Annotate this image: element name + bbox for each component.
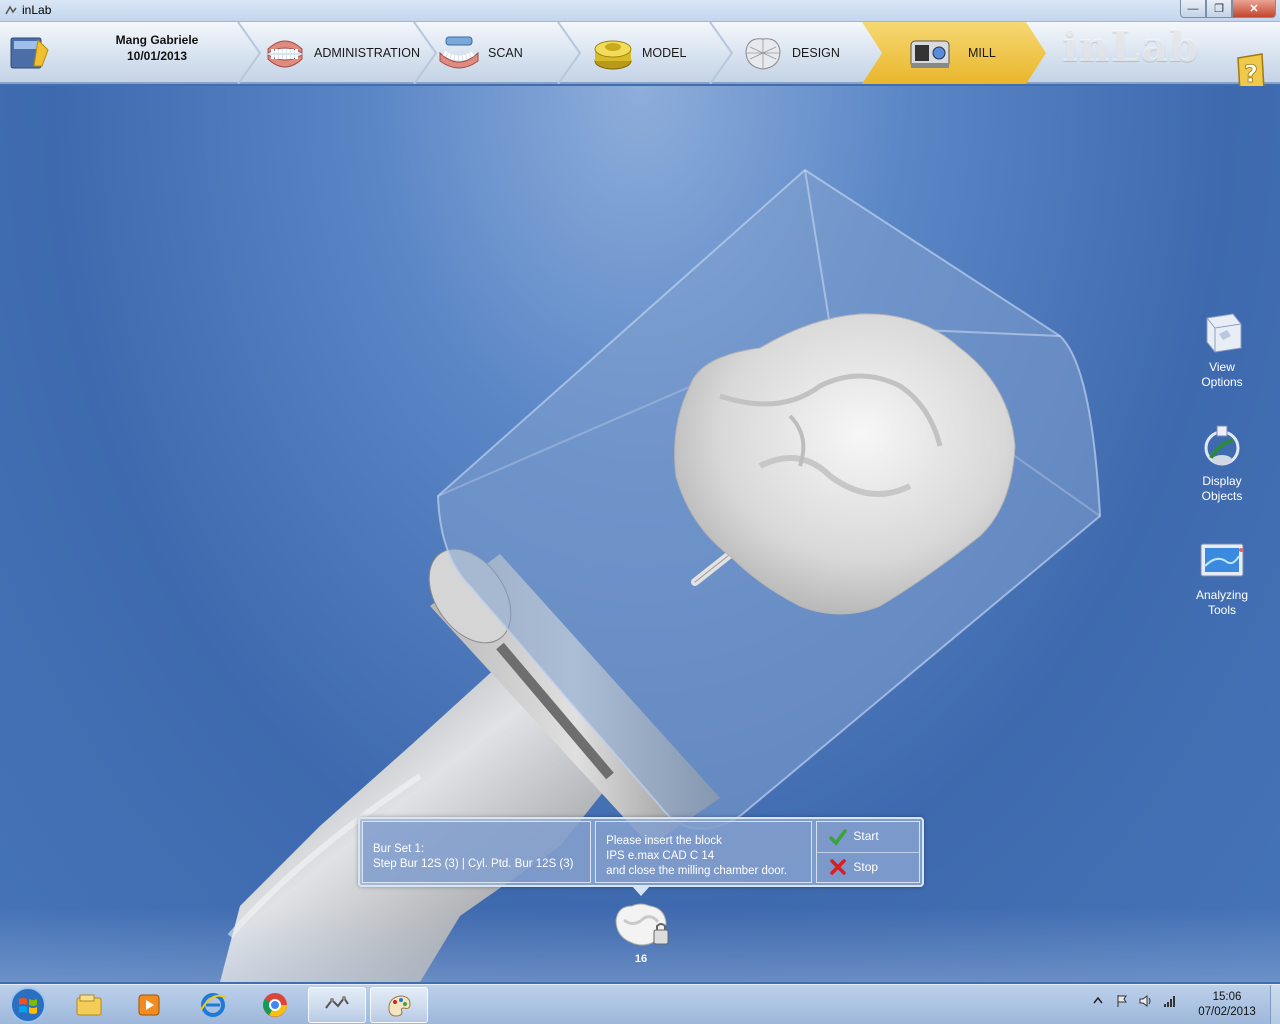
paint-icon	[388, 995, 411, 1017]
block-name: IPS e.max CAD C 14	[606, 850, 715, 862]
step-model[interactable]: MODEL	[590, 22, 686, 84]
taskbar-explorer[interactable]	[60, 987, 118, 1023]
volume-icon[interactable]	[1138, 993, 1154, 1009]
milling-dialog: Bur Set 1: Step Bur 12S (3) | Cyl. Ptd. …	[358, 817, 924, 887]
brand-logo: inLab	[1062, 22, 1200, 71]
tooth-number: 16	[634, 953, 648, 965]
system-clock[interactable]: 15:06 07/02/2013	[1190, 990, 1264, 1020]
step-separator-icon	[557, 22, 582, 84]
title-bar: inLab — ❐ ✕	[0, 0, 1280, 22]
restore-button[interactable]: ❐	[1206, 0, 1232, 18]
step-separator-icon	[709, 22, 734, 84]
bur-set-info: Bur Set 1: Step Bur 12S (3) | Cyl. Ptd. …	[362, 821, 592, 883]
step-mill[interactable]: MILL	[862, 22, 1046, 84]
internet-explorer-icon	[200, 993, 227, 1017]
show-hidden-icons-icon[interactable]	[1090, 993, 1106, 1009]
taskbar-chrome[interactable]	[246, 987, 304, 1023]
taskbar-inlab[interactable]	[308, 987, 366, 1023]
app-icon	[5, 5, 17, 15]
milling-machine-icon	[898, 31, 962, 75]
message-line: Please insert the block	[606, 835, 722, 847]
workflow-header: Mang Gabriele 10/01/2013 ADMINISTRATION …	[0, 22, 1280, 93]
taskbar-paint[interactable]	[370, 987, 428, 1023]
cross-icon	[830, 859, 847, 875]
dentures-icon	[267, 40, 303, 68]
display-objects-tool[interactable]: Display Objects	[1186, 422, 1258, 504]
clock-date: 07/02/2013	[1198, 1006, 1256, 1018]
taskbar: 15:06 07/02/2013	[0, 984, 1280, 1024]
chrome-icon	[263, 993, 287, 1017]
show-desktop-button[interactable]	[1270, 985, 1280, 1024]
network-signal-icon[interactable]	[1162, 993, 1178, 1009]
step-label: SCAN	[488, 46, 523, 60]
bur-set-title: Bur Set 1:	[373, 843, 425, 855]
view-cube-icon	[1206, 313, 1242, 353]
explorer-icon	[76, 994, 102, 1016]
start-button[interactable]	[2, 985, 54, 1024]
stop-label: Stop	[853, 859, 879, 874]
stop-button[interactable]: Stop	[817, 851, 919, 883]
tool-label: Options	[1201, 375, 1243, 389]
view-options-tool[interactable]: View Options	[1186, 308, 1258, 390]
case-info: Mang Gabriele 10/01/2013	[90, 32, 224, 64]
minimize-button[interactable]: —	[1180, 0, 1206, 18]
restoration-tooth-icon[interactable]	[610, 898, 674, 952]
tool-label: Display	[1202, 474, 1242, 488]
design-mesh-icon	[745, 38, 781, 70]
action-center-flag-icon[interactable]	[1114, 993, 1130, 1009]
dialog-actions: Start Stop	[816, 821, 920, 883]
system-tray	[1090, 993, 1178, 1009]
step-label: MODEL	[642, 46, 687, 60]
media-player-icon	[138, 994, 160, 1016]
step-label: DESIGN	[792, 46, 840, 60]
phase-menu-icon[interactable]	[8, 30, 52, 74]
tool-label: Analyzing	[1195, 588, 1249, 602]
scan-jaw-icon	[439, 36, 479, 69]
start-button[interactable]: Start	[817, 822, 919, 852]
tool-label: Tools	[1207, 603, 1236, 617]
user-name: Mang Gabriele	[115, 33, 199, 47]
step-separator-icon	[237, 22, 262, 84]
step-label: MILL	[968, 46, 996, 60]
step-label: ADMINISTRATION	[314, 46, 421, 60]
taskbar-internet-explorer[interactable]	[184, 987, 242, 1023]
taskbar-media-player[interactable]	[120, 987, 178, 1023]
insert-block-message: Please insert the block IPS e.max CAD C …	[595, 821, 813, 883]
case-date: 10/01/2013	[126, 49, 188, 63]
clock-time: 15:06	[1212, 991, 1242, 1003]
dialog-pointer-icon	[632, 886, 650, 896]
tool-label: Objects	[1201, 489, 1243, 503]
svg-text:?: ?	[1244, 60, 1258, 88]
display-objects-icon	[1204, 425, 1240, 466]
model-crown-icon	[594, 40, 632, 70]
check-icon	[829, 829, 848, 846]
bur-set-details: Step Bur 12S (3) | Cyl. Ptd. Bur 12S (3)	[373, 858, 574, 870]
tool-label: View	[1209, 360, 1235, 374]
window-title: inLab	[22, 3, 52, 17]
message-line: and close the milling chamber door.	[606, 865, 788, 877]
inlab-task-icon	[325, 996, 349, 1009]
step-scan[interactable]: SCAN	[436, 22, 523, 84]
analyzing-screen-icon	[1200, 543, 1244, 577]
close-button[interactable]: ✕	[1232, 0, 1276, 18]
step-design[interactable]: DESIGN	[740, 22, 840, 84]
step-administration[interactable]: ADMINISTRATION	[262, 22, 420, 84]
start-label: Start	[853, 829, 879, 844]
analyzing-tools-tool[interactable]: Analyzing Tools	[1186, 536, 1258, 618]
